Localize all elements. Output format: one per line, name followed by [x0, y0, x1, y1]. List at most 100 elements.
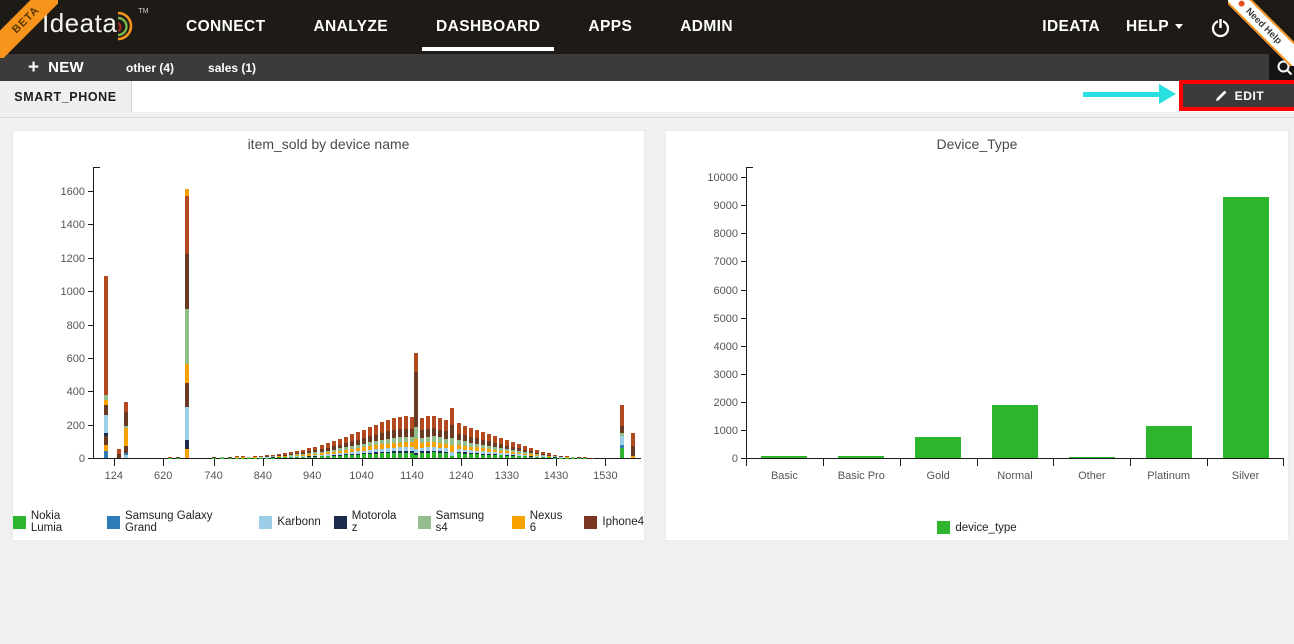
nav-item-apps[interactable]: APPS — [588, 0, 632, 54]
bar-segment — [529, 457, 533, 458]
nav-item-analyze[interactable]: ANALYZE — [313, 0, 388, 54]
bar-segment — [338, 456, 342, 458]
bar-segment — [517, 456, 521, 458]
chart-panel-item-sold: item_sold by device name 020040060080010… — [12, 130, 645, 541]
help-menu[interactable]: HELP — [1126, 18, 1183, 36]
x-axis — [746, 458, 1284, 459]
edit-button-label: EDIT — [1235, 89, 1265, 103]
bar-segment — [295, 457, 299, 458]
nav-item-admin[interactable]: ADMIN — [680, 0, 733, 54]
need-help-ribbon[interactable]: Need Help — [1228, 0, 1294, 66]
legend-item: Iphone4 — [584, 516, 644, 529]
legend-item: Samsung s4 — [418, 510, 499, 534]
stacked-bar — [535, 450, 539, 458]
stacked-bar — [350, 434, 354, 458]
x-axis-tick — [1130, 459, 1131, 466]
edit-button[interactable]: EDIT — [1183, 84, 1294, 107]
x-axis-tick — [1207, 459, 1208, 466]
bar-segment — [444, 431, 448, 438]
x-axis-tick — [823, 459, 824, 466]
stacked-bar — [326, 443, 330, 458]
bar-segment — [444, 453, 448, 458]
bar-segment — [487, 455, 491, 458]
stacked-bar — [620, 405, 624, 458]
account-menu[interactable]: IDEATA — [1042, 18, 1100, 36]
legend-swatch — [937, 521, 950, 534]
stacked-bar — [420, 418, 424, 458]
legend-item: Nexus 6 — [512, 510, 572, 534]
stacked-bar — [380, 422, 384, 458]
stacked-bar — [499, 438, 503, 458]
y-axis-label: 8000 — [686, 228, 738, 240]
stacked-bar — [124, 402, 128, 458]
x-axis-label: Gold — [910, 470, 966, 482]
bar-segment — [450, 425, 454, 438]
stacked-bar — [356, 432, 360, 458]
bar-segment — [420, 418, 424, 430]
need-help-label: Need Help — [1244, 6, 1285, 47]
bar-segment — [277, 457, 281, 458]
nav-right: IDEATA HELP — [1042, 0, 1232, 54]
stacked-bar — [368, 427, 372, 458]
bar-segment — [438, 430, 442, 438]
legend-swatch — [107, 516, 120, 529]
y-axis-cap — [746, 167, 753, 168]
stacked-bar — [235, 456, 239, 458]
bar-segment — [392, 453, 396, 458]
bar-segment — [344, 455, 348, 458]
group-tab-other[interactable]: other (4) — [126, 61, 174, 75]
beta-ribbon: BETA — [0, 0, 58, 58]
y-axis-label: 3000 — [686, 369, 738, 381]
top-navbar: Ideata TM CONNECTANALYZEDASHBOARDAPPSADM… — [0, 0, 1294, 54]
bar-segment — [386, 420, 390, 431]
x-axis-label: Silver — [1218, 470, 1274, 482]
stacked-bar — [469, 428, 473, 458]
y-axis-tick — [741, 318, 746, 319]
logo-swirl-icon — [113, 10, 137, 42]
bar-segment — [283, 457, 287, 458]
bar-segment — [414, 372, 418, 427]
stacked-bar — [547, 453, 551, 458]
legend-item: Samsung Galaxy Grand — [107, 510, 246, 534]
legend-label: Nexus 6 — [530, 510, 572, 534]
bar-segment — [350, 434, 354, 441]
new-dashboard-button[interactable]: + NEW — [28, 58, 84, 77]
x-axis-tick — [461, 459, 462, 466]
stacked-bar — [185, 189, 189, 458]
stacked-bar — [253, 456, 257, 458]
y-axis-label: 1000 — [33, 286, 85, 298]
legend-item: Karbonn — [259, 516, 320, 529]
separator-line — [0, 117, 1294, 118]
stacked-bar — [583, 457, 587, 458]
bar-segment — [469, 428, 473, 437]
bar-segment — [124, 428, 128, 446]
y-axis-label: 9000 — [686, 200, 738, 212]
legend-item: device_type — [937, 521, 1016, 534]
bar-segment — [185, 407, 189, 440]
y-axis-tick — [741, 233, 746, 234]
bar-segment — [398, 417, 402, 429]
bar-segment — [426, 453, 430, 458]
tab-smart-phone[interactable]: SMART_PHONE — [0, 81, 132, 112]
bar-segment — [505, 456, 509, 458]
bar-segment — [481, 455, 485, 458]
bar-gold — [915, 437, 961, 458]
beta-ribbon-label: BETA — [10, 4, 42, 36]
stacked-bar — [176, 457, 180, 458]
bar-segment — [450, 408, 454, 425]
bar-segment — [481, 432, 485, 440]
x-axis-label: 1040 — [334, 470, 390, 482]
nav-item-connect[interactable]: CONNECT — [186, 0, 265, 54]
bar-segment — [457, 434, 461, 441]
stacked-bar — [320, 445, 324, 458]
nav-item-dashboard[interactable]: DASHBOARD — [436, 0, 540, 54]
x-axis-tick — [507, 459, 508, 466]
bar-silver — [1223, 197, 1269, 458]
group-tab-sales[interactable]: sales (1) — [208, 61, 256, 75]
x-axis-label: Platinum — [1141, 470, 1197, 482]
stacked-bar — [301, 450, 305, 458]
x-axis-tick — [605, 459, 606, 466]
bar-platinum — [1146, 426, 1192, 458]
bar-segment — [124, 412, 128, 425]
bar-segment — [104, 415, 108, 433]
